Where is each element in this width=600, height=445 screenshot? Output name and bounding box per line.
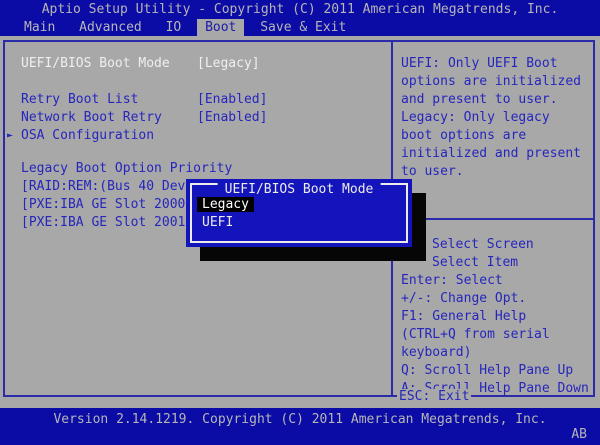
setting-value: [Enabled]	[197, 110, 268, 125]
key-legend: Select Screen Select Item Enter: Select …	[401, 236, 593, 398]
tab-advanced[interactable]: Advanced	[71, 19, 150, 36]
key-ctrl-q-note: (CTRL+Q from serial	[401, 327, 550, 342]
tab-main[interactable]: Main	[16, 19, 63, 36]
setting-network-boot-retry[interactable]: Network Boot Retry [Enabled]	[21, 110, 381, 125]
tab-boot[interactable]: Boot	[197, 19, 245, 36]
bios-setup-screen: Aptio Setup Utility - Copyright (C) 2011…	[0, 0, 600, 445]
popup-option-legacy[interactable]: Legacy	[197, 196, 402, 214]
popup-border: UEFI/BIOS Boot Mode Legacy UEFI	[190, 182, 408, 243]
tab-save-exit[interactable]: Save & Exit	[252, 19, 354, 36]
popup-option-uefi[interactable]: UEFI	[197, 214, 402, 232]
setting-label: Network Boot Retry	[21, 110, 162, 125]
version-text: Version 2.14.1219. Copyright (C) 2011 Am…	[53, 412, 547, 427]
setting-value: [Legacy]	[197, 56, 260, 71]
setting-uefi-bios-boot-mode[interactable]: UEFI/BIOS Boot Mode [Legacy]	[21, 56, 381, 71]
key-select-item: Select Item	[432, 255, 519, 270]
statusbar: Version 2.14.1219. Copyright (C) 2011 Am…	[0, 408, 600, 445]
popup-title: UEFI/BIOS Boot Mode	[217, 182, 381, 197]
setting-osa-configuration[interactable]: ► OSA Configuration	[7, 128, 381, 143]
corner-code: AB	[571, 427, 587, 442]
legacy-boot-priority-title: Legacy Boot Option Priority	[21, 161, 233, 176]
key-ctrl-q-note-2: keyboard)	[401, 345, 472, 360]
submenu-arrow-icon: ►	[7, 130, 14, 141]
setting-retry-boot-list[interactable]: Retry Boot List [Enabled]	[21, 92, 381, 107]
app-title: Aptio Setup Utility - Copyright (C) 2011…	[0, 0, 600, 19]
key-select-screen: Select Screen	[432, 237, 534, 252]
popup-options: Legacy UEFI	[197, 196, 402, 232]
setting-label: UEFI/BIOS Boot Mode	[21, 56, 170, 71]
menubar: Main Advanced IO Boot Save & Exit	[0, 19, 600, 36]
key-general-help: F1: General Help	[401, 309, 527, 324]
setting-value: [Enabled]	[197, 92, 268, 107]
tab-io[interactable]: IO	[158, 19, 190, 36]
setting-label: Retry Boot List	[21, 92, 139, 107]
key-scroll-up: Q: Scroll Help Pane Up	[401, 363, 574, 378]
key-change-opt: +/-: Change Opt.	[401, 291, 527, 306]
setting-label: OSA Configuration	[21, 128, 155, 143]
help-text: UEFI: Only UEFI Boot options are initial…	[401, 56, 582, 179]
key-esc-exit: ESC: Exit	[397, 389, 472, 404]
key-enter-select: Enter: Select	[401, 273, 503, 288]
boot-mode-popup: UEFI/BIOS Boot Mode Legacy UEFI	[186, 179, 412, 247]
